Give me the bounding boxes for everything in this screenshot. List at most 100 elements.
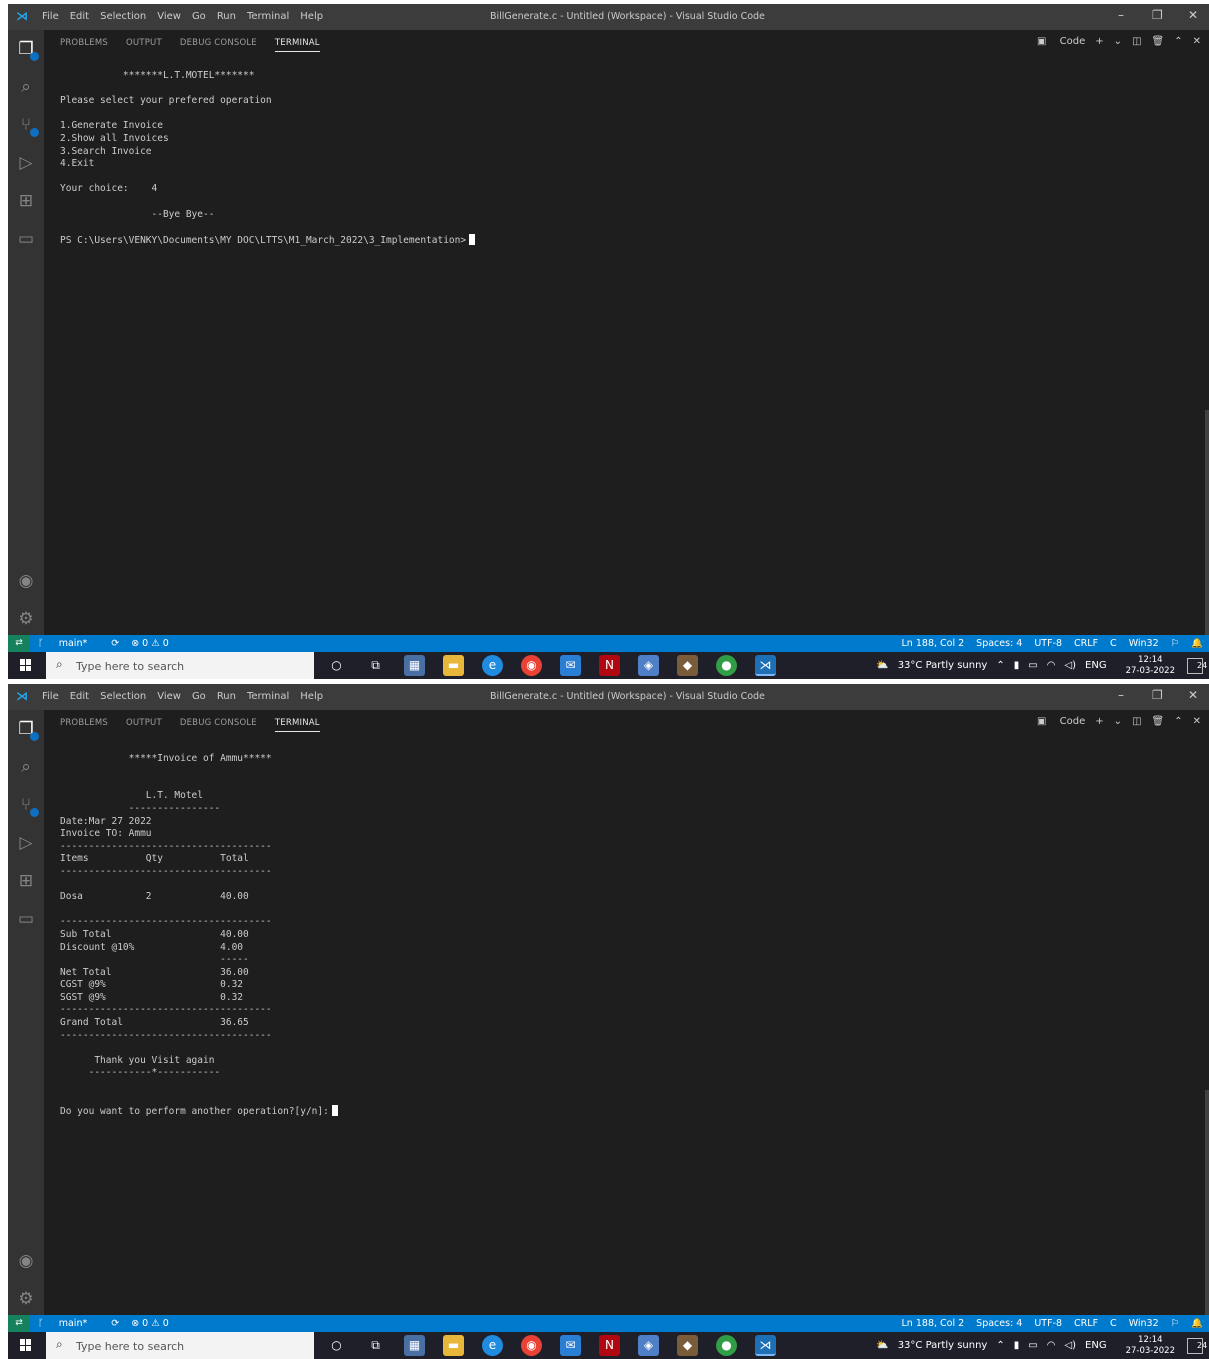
weather-icon[interactable]: ⛅ <box>876 660 888 671</box>
menu-view[interactable]: View <box>157 691 181 702</box>
tab-output[interactable]: OUTPUT <box>126 718 162 732</box>
feedback-icon[interactable]: ⚐ <box>1171 1318 1180 1329</box>
store-app-icon[interactable]: ◈ <box>638 655 659 676</box>
kill-terminal-icon[interactable]: 🗑 <box>1152 716 1165 727</box>
menu-go[interactable]: Go <box>192 11 206 22</box>
game-app-icon[interactable]: ● <box>716 655 737 676</box>
menu-terminal[interactable]: Terminal <box>247 11 289 22</box>
extensions-icon[interactable]: ⊞ <box>15 870 37 892</box>
end-of-line[interactable]: CRLF <box>1074 638 1098 649</box>
wifi-icon[interactable]: ◠ <box>1047 1340 1056 1351</box>
vscode-taskbar-icon[interactable]: ⋊ <box>755 1335 776 1356</box>
game-app-icon[interactable]: ● <box>716 1335 737 1356</box>
terminal-scrollbar[interactable] <box>1205 1090 1209 1315</box>
settings-gear-icon[interactable]: ⚙ <box>15 1288 37 1310</box>
taskbar-search[interactable]: ⌕ Type here to search <box>46 652 314 679</box>
restore-button[interactable]: ❐ <box>1152 688 1163 702</box>
remote-explorer-icon[interactable]: ▭ <box>15 908 37 930</box>
kill-terminal-icon[interactable]: 🗑 <box>1152 36 1165 47</box>
source-control-icon[interactable]: ⑂ <box>15 794 39 817</box>
mail-app-icon[interactable]: ✉ <box>560 655 581 676</box>
menu-terminal[interactable]: Terminal <box>247 691 289 702</box>
input-language[interactable]: ENG <box>1085 660 1107 671</box>
cursor-position[interactable]: Ln 188, Col 2 <box>902 638 965 649</box>
usb-icon[interactable]: ▮ <box>1014 660 1020 671</box>
terminal-selector[interactable]: ▣ Code <box>1027 716 1085 727</box>
language-mode[interactable]: C <box>1110 1318 1117 1329</box>
calendar-app-icon[interactable]: ▦ <box>404 655 425 676</box>
volume-icon[interactable]: ◁) <box>1064 660 1076 671</box>
tab-output[interactable]: OUTPUT <box>126 38 162 52</box>
windows-start-icon[interactable] <box>20 659 32 671</box>
tab-debug-console[interactable]: DEBUG CONSOLE <box>180 718 257 732</box>
tab-debug-console[interactable]: DEBUG CONSOLE <box>180 38 257 52</box>
new-terminal-icon[interactable]: + <box>1095 716 1103 727</box>
indentation[interactable]: Spaces: 4 <box>976 1318 1022 1329</box>
new-terminal-icon[interactable]: + <box>1095 36 1103 47</box>
settings-gear-icon[interactable]: ⚙ <box>15 608 37 630</box>
notifications-bell-icon[interactable]: 🔔 <box>1191 1318 1203 1329</box>
menu-run[interactable]: Run <box>217 691 236 702</box>
chevron-down-icon[interactable]: ⌄ <box>1114 716 1122 727</box>
run-debug-icon[interactable]: ▷ <box>15 152 37 174</box>
file-explorer-icon[interactable]: ▬ <box>443 655 464 676</box>
menu-selection[interactable]: Selection <box>100 691 146 702</box>
encoding[interactable]: UTF-8 <box>1034 638 1062 649</box>
chrome-browser-icon[interactable]: ◉ <box>521 655 542 676</box>
chevron-down-icon[interactable]: ⌄ <box>1114 36 1122 47</box>
branch-indicator[interactable]: ᚴ main* <box>38 638 99 649</box>
maximize-panel-icon[interactable]: ⌃ <box>1174 36 1182 47</box>
restore-button[interactable]: ❐ <box>1152 8 1163 22</box>
volume-icon[interactable]: ◁) <box>1064 1340 1076 1351</box>
netflix-icon[interactable]: N <box>599 655 620 676</box>
chrome-browser-icon[interactable]: ◉ <box>521 1335 542 1356</box>
vscode-taskbar-icon[interactable]: ⋊ <box>755 655 776 676</box>
menu-run[interactable]: Run <box>217 11 236 22</box>
search-icon[interactable]: ⌕ <box>15 756 37 778</box>
menu-edit[interactable]: Edit <box>70 11 89 22</box>
split-terminal-icon[interactable]: ◫ <box>1132 716 1141 727</box>
weather-text[interactable]: 33°C Partly sunny <box>898 660 988 671</box>
weather-icon[interactable]: ⛅ <box>876 1340 888 1351</box>
cursor-position[interactable]: Ln 188, Col 2 <box>902 1318 965 1329</box>
minimize-button[interactable]: – <box>1118 688 1124 702</box>
feedback-icon[interactable]: ⚐ <box>1171 638 1180 649</box>
action-center-icon[interactable]: 24 <box>1187 1337 1207 1354</box>
split-terminal-icon[interactable]: ◫ <box>1132 36 1141 47</box>
menu-file[interactable]: File <box>42 11 59 22</box>
tab-terminal[interactable]: TERMINAL <box>274 38 320 52</box>
windows-start-icon[interactable] <box>20 1339 32 1351</box>
tray-chevron-icon[interactable]: ⌃ <box>996 1340 1004 1351</box>
menu-view[interactable]: View <box>157 11 181 22</box>
terminal-selector[interactable]: ▣ Code <box>1027 36 1085 47</box>
source-control-icon[interactable]: ⑂ <box>15 114 39 137</box>
usb-icon[interactable]: ▮ <box>1014 1340 1020 1351</box>
action-center-icon[interactable]: 24 <box>1187 657 1207 674</box>
terminal-output[interactable]: *****Invoice of Ammu***** L.T. Motel ---… <box>60 740 338 1119</box>
terminal-scrollbar[interactable] <box>1205 410 1209 635</box>
extensions-icon[interactable]: ⊞ <box>15 190 37 212</box>
tray-chevron-icon[interactable]: ⌃ <box>996 660 1004 671</box>
task-view-icon[interactable]: ⧉ <box>365 1335 386 1356</box>
problems-indicator[interactable]: ⊗ 0 ⚠ 0 <box>131 1318 169 1329</box>
encoding[interactable]: UTF-8 <box>1034 1318 1062 1329</box>
input-language[interactable]: ENG <box>1085 1340 1107 1351</box>
menu-selection[interactable]: Selection <box>100 11 146 22</box>
cortana-icon[interactable]: ○ <box>326 1335 347 1356</box>
wifi-icon[interactable]: ◠ <box>1047 660 1056 671</box>
menu-edit[interactable]: Edit <box>70 691 89 702</box>
close-panel-icon[interactable]: ✕ <box>1193 716 1201 727</box>
remote-explorer-icon[interactable]: ▭ <box>15 228 37 250</box>
maximize-panel-icon[interactable]: ⌃ <box>1174 716 1182 727</box>
problems-indicator[interactable]: ⊗ 0 ⚠ 0 <box>131 638 169 649</box>
accounts-icon[interactable]: ◉ <box>15 1250 37 1272</box>
close-window-button[interactable]: ✕ <box>1188 688 1198 702</box>
run-debug-icon[interactable]: ▷ <box>15 832 37 854</box>
battery-icon[interactable]: ▭ <box>1028 660 1037 671</box>
remote-indicator-icon[interactable]: ⇄ <box>8 635 30 652</box>
branch-indicator[interactable]: ᚴ main* <box>38 1318 99 1329</box>
close-panel-icon[interactable]: ✕ <box>1193 36 1201 47</box>
end-of-line[interactable]: CRLF <box>1074 1318 1098 1329</box>
sync-icon[interactable]: ⟳ <box>111 638 119 649</box>
menu-go[interactable]: Go <box>192 691 206 702</box>
